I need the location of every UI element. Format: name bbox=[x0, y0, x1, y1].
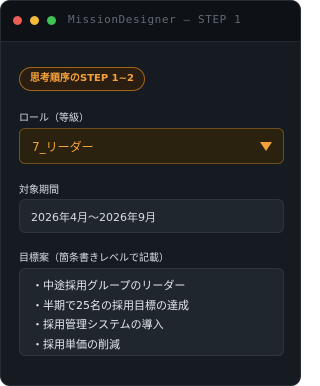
window-title: MissionDesigner — STEP 1 bbox=[68, 13, 242, 26]
title-bar: MissionDesigner — STEP 1 bbox=[1, 1, 300, 42]
role-select-value: 7_リーダー bbox=[32, 140, 94, 154]
goals-textarea[interactable]: ・中途採用グループのリーダー ・半期で25名の採用目標の達成 ・採用管理システム… bbox=[19, 268, 284, 356]
period-input[interactable]: 2026年4月〜2026年9月 bbox=[19, 199, 284, 233]
minimize-window-button[interactable] bbox=[30, 16, 39, 25]
period-input-value: 2026年4月〜2026年9月 bbox=[31, 211, 156, 224]
maximize-window-button[interactable] bbox=[47, 16, 56, 25]
goal-item: ・採用単価の削減 bbox=[32, 337, 120, 351]
step-badge: 思考順序のSTEP 1~2 bbox=[19, 67, 145, 91]
role-label: ロール（等級） bbox=[19, 113, 89, 124]
goal-item: ・採用管理システムの導入 bbox=[32, 318, 164, 331]
period-label: 対象期間 bbox=[19, 185, 59, 196]
goal-item: ・中途採用グループのリーダー bbox=[32, 279, 186, 292]
goal-item: ・半期で25名の採用目標の達成 bbox=[32, 298, 189, 312]
app-window: MissionDesigner — STEP 1 思考順序のSTEP 1~2 ロ… bbox=[0, 0, 301, 386]
goals-label: 目標案（箇条書きレベルで記載） bbox=[19, 253, 169, 264]
chevron-down-icon bbox=[260, 142, 272, 151]
role-select[interactable]: 7_リーダー bbox=[19, 128, 284, 164]
close-window-button[interactable] bbox=[13, 16, 22, 25]
